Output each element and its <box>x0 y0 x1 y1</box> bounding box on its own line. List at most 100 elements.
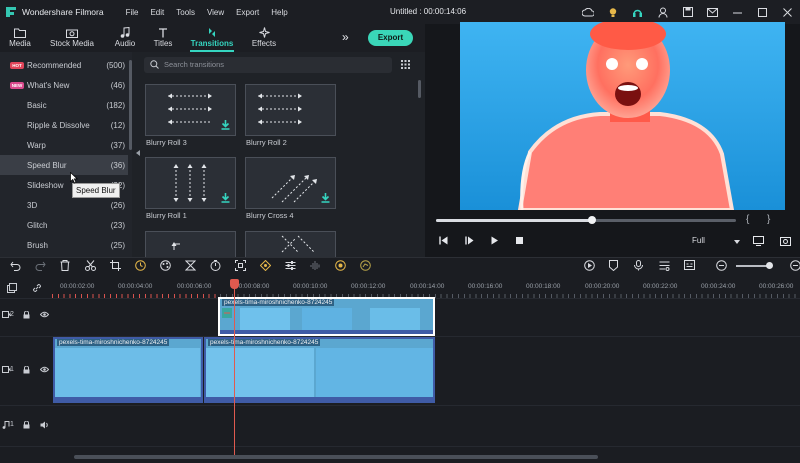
transition-marker-icon[interactable] <box>222 308 232 320</box>
bulb-icon[interactable] <box>600 0 625 24</box>
preview-progress-bar[interactable] <box>436 216 736 224</box>
minimize-icon[interactable] <box>725 0 750 24</box>
link-icon[interactable] <box>32 283 42 295</box>
menu-tools[interactable]: Tools <box>176 8 195 17</box>
timeline-clip-selected[interactable]: pexels-tima-miroshnichenko-8724245 <box>218 297 435 336</box>
transition-card-blurry-roll-3[interactable] <box>145 84 236 136</box>
quality-select[interactable]: Full <box>692 236 705 245</box>
timeline-horizontal-scrollbar[interactable] <box>74 455 598 459</box>
delete-icon[interactable] <box>60 260 70 273</box>
category-3d[interactable]: 3D (26) <box>0 195 128 215</box>
zoom-out-icon[interactable] <box>716 260 727 273</box>
add-track-icon[interactable] <box>7 283 17 295</box>
play-pause-icon[interactable] <box>465 236 474 247</box>
tab-transitions[interactable]: Transitions <box>186 24 238 52</box>
tab-audio[interactable]: Audio <box>108 24 142 52</box>
mark-out-icon[interactable]: } <box>767 214 770 225</box>
previous-frame-icon[interactable] <box>439 236 448 247</box>
export-button[interactable]: Export <box>368 30 413 46</box>
headset-icon[interactable] <box>625 0 650 24</box>
stop-icon[interactable] <box>515 236 524 247</box>
cloud-icon[interactable] <box>575 0 600 24</box>
collapse-panel-icon[interactable] <box>136 150 140 156</box>
close-icon[interactable] <box>775 0 800 24</box>
menu-view[interactable]: View <box>207 8 224 17</box>
monitor-icon[interactable] <box>753 236 764 248</box>
stabilize-icon[interactable] <box>210 260 221 273</box>
panel-scrollbar[interactable] <box>418 80 421 98</box>
mark-in-icon[interactable]: { <box>746 214 749 225</box>
progress-knob[interactable] <box>588 216 596 224</box>
transition-card-partial[interactable] <box>145 231 236 257</box>
transition-icon <box>186 24 238 38</box>
zoom-in-icon[interactable] <box>790 260 800 273</box>
transition-card-blurry-roll-1[interactable] <box>145 157 236 209</box>
account-icon[interactable] <box>650 0 675 24</box>
expand-tabs-icon[interactable]: » <box>342 30 349 44</box>
audio-mix-icon[interactable] <box>310 260 321 273</box>
save-icon[interactable] <box>675 0 700 24</box>
playhead-handle[interactable] <box>230 279 239 289</box>
lock-icon[interactable] <box>23 365 30 376</box>
transition-card-blurry-roll-2[interactable] <box>245 84 336 136</box>
render-icon[interactable] <box>584 260 595 273</box>
grid-view-icon[interactable] <box>401 60 410 71</box>
category-whats-new[interactable]: NEW What's New (46) <box>0 75 128 95</box>
play-icon[interactable] <box>490 236 499 247</box>
category-warp[interactable]: Warp (37) <box>0 135 128 155</box>
download-icon[interactable] <box>221 193 230 205</box>
fullscreen-crop-icon[interactable] <box>235 260 246 273</box>
tab-titles[interactable]: Titles <box>146 24 180 52</box>
timeline-clip[interactable]: pexels-tima-miroshnichenko-8724245 <box>204 337 435 403</box>
video-preview[interactable] <box>460 22 785 210</box>
snapshot-icon[interactable] <box>780 236 791 248</box>
color-icon[interactable] <box>160 260 171 273</box>
restore-icon[interactable] <box>750 0 775 24</box>
eye-icon[interactable] <box>39 311 50 320</box>
speaker-icon[interactable] <box>40 421 49 431</box>
menu-export[interactable]: Export <box>236 8 259 17</box>
clip-audio-bar <box>220 330 433 334</box>
download-icon[interactable] <box>321 193 330 205</box>
green-screen-icon[interactable] <box>335 260 346 273</box>
transition-card-partial[interactable] <box>245 231 336 257</box>
mail-icon[interactable] <box>700 0 725 24</box>
timeline-clip[interactable]: pexels-tima-miroshnichenko-8724245 <box>53 337 203 403</box>
cut-icon[interactable] <box>85 260 96 273</box>
speed-icon[interactable] <box>135 260 146 273</box>
category-ripple-dissolve[interactable]: Ripple & Dissolve (12) <box>0 115 128 135</box>
chevron-down-icon[interactable] <box>734 240 740 244</box>
category-basic[interactable]: Basic (182) <box>0 95 128 115</box>
category-brush[interactable]: Brush (25) <box>0 235 128 255</box>
keyframe-icon[interactable] <box>259 259 272 273</box>
redo-icon[interactable] <box>35 260 46 273</box>
duration-icon[interactable] <box>184 260 197 273</box>
subtitle-icon[interactable] <box>684 260 695 272</box>
clip-name: pexels-tima-miroshnichenko-8724245 <box>208 339 321 346</box>
audio-track-icon <box>2 421 10 431</box>
undo-icon[interactable] <box>10 260 21 273</box>
transition-card-blurry-cross-4[interactable] <box>245 157 336 209</box>
tab-effects[interactable]: Effects <box>246 24 282 52</box>
lock-icon[interactable] <box>23 310 30 321</box>
crop-icon[interactable] <box>110 260 121 273</box>
menu-help[interactable]: Help <box>271 8 287 17</box>
playhead[interactable] <box>234 282 235 458</box>
voiceover-icon[interactable] <box>634 260 643 273</box>
category-speed-blur[interactable]: Speed Blur (36) <box>0 155 128 175</box>
category-recommended[interactable]: HOT Recommended (500) <box>0 55 128 75</box>
menu-file[interactable]: File <box>126 8 139 17</box>
audio-mixer-icon[interactable] <box>659 260 670 273</box>
lock-icon[interactable] <box>23 420 30 431</box>
speed-ramp-icon[interactable] <box>360 260 371 273</box>
eye-icon[interactable] <box>39 366 50 375</box>
zoom-slider[interactable] <box>736 262 774 269</box>
tab-media[interactable]: Media <box>2 24 38 52</box>
marker-icon[interactable] <box>609 260 618 273</box>
search-input[interactable]: Search transitions <box>144 57 392 73</box>
menu-edit[interactable]: Edit <box>150 8 164 17</box>
category-glitch[interactable]: Glitch (23) <box>0 215 128 235</box>
adjust-icon[interactable] <box>285 260 296 273</box>
tab-stock-media[interactable]: Stock Media <box>48 24 96 52</box>
download-icon[interactable] <box>221 120 230 132</box>
